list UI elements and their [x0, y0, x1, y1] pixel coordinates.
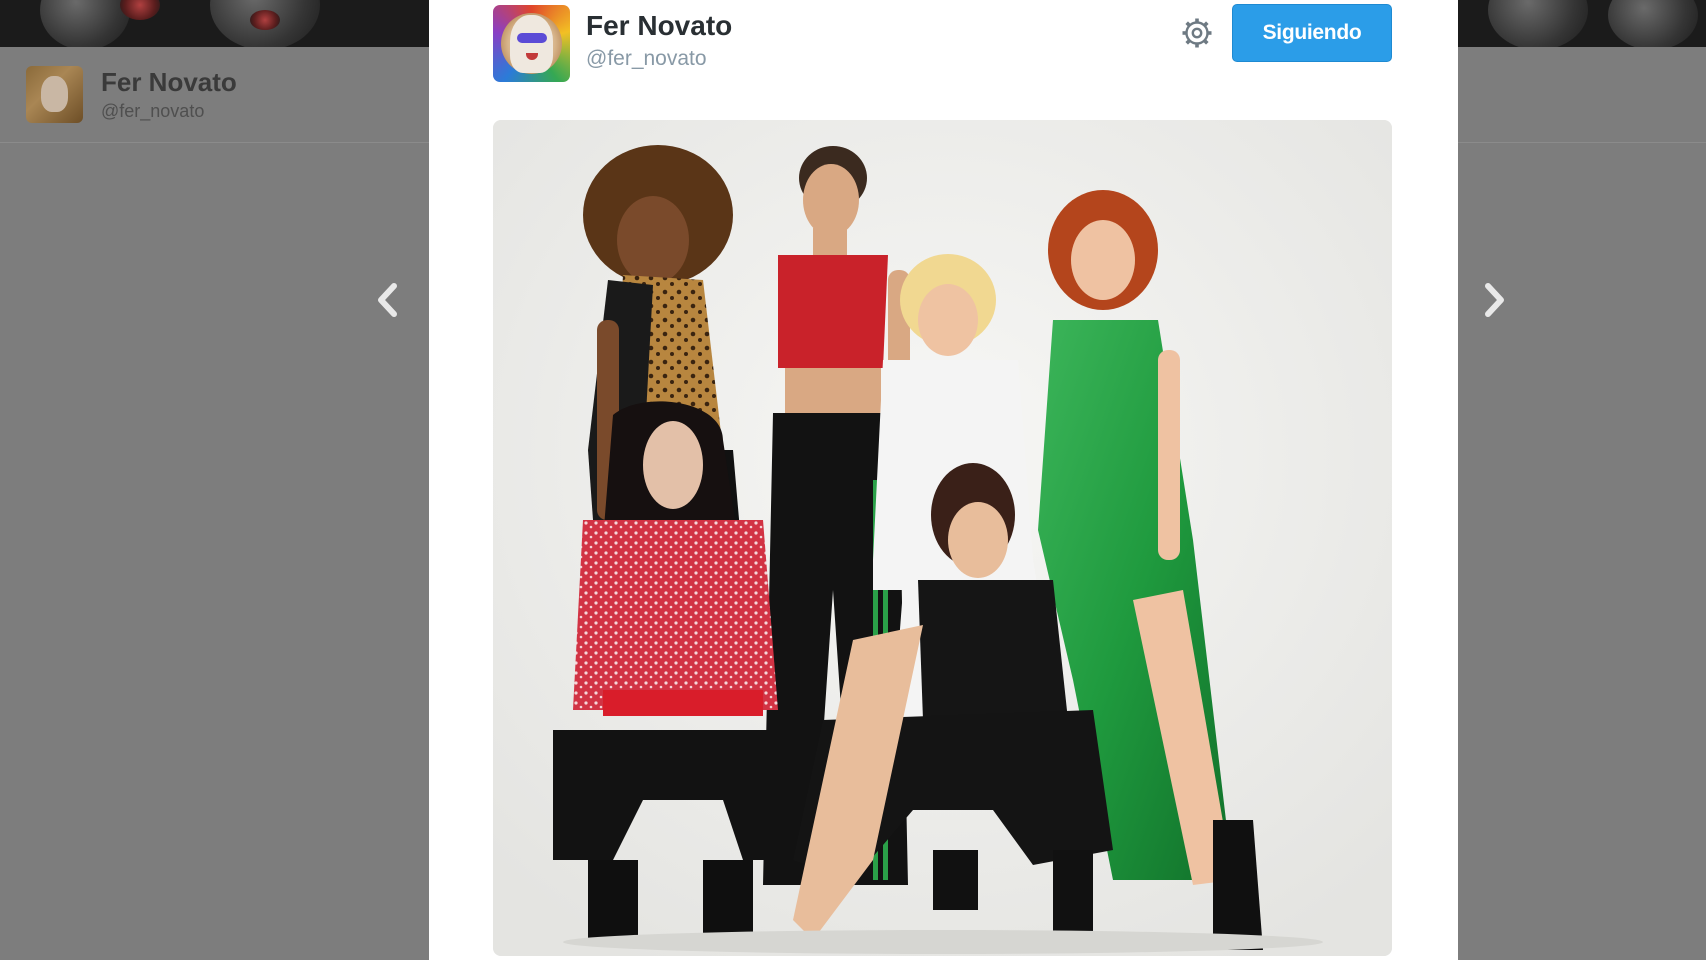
following-button[interactable]: Siguiendo — [1232, 4, 1392, 62]
author-avatar[interactable] — [493, 5, 570, 82]
media-modal: Fer Novato @fer_novato Siguiendo — [429, 0, 1458, 960]
background-header-photo-right — [1458, 0, 1706, 47]
tweet-header: Fer Novato @fer_novato Siguiendo — [429, 0, 1458, 110]
background-profile-handle: @fer_novato — [101, 101, 205, 121]
background-profile-card: Fer Novato @fer_novato — [0, 47, 429, 143]
background-header-photo — [0, 0, 429, 47]
tweet-media-photo[interactable] — [493, 120, 1392, 956]
chevron-right-icon — [1485, 283, 1504, 317]
background-profile-name[interactable]: Fer Novato — [101, 67, 237, 98]
background-profile-divider-right — [1458, 47, 1706, 143]
chevron-left-icon — [378, 283, 397, 317]
group-photo-image — [493, 120, 1392, 956]
author-name[interactable]: Fer Novato — [586, 10, 732, 42]
next-media-button[interactable] — [1475, 270, 1515, 330]
background-profile-avatar[interactable] — [26, 66, 83, 123]
author-handle[interactable]: @fer_novato — [586, 47, 707, 71]
user-actions-button[interactable] — [1178, 14, 1216, 52]
gear-icon — [1182, 18, 1212, 48]
previous-media-button[interactable] — [367, 270, 407, 330]
